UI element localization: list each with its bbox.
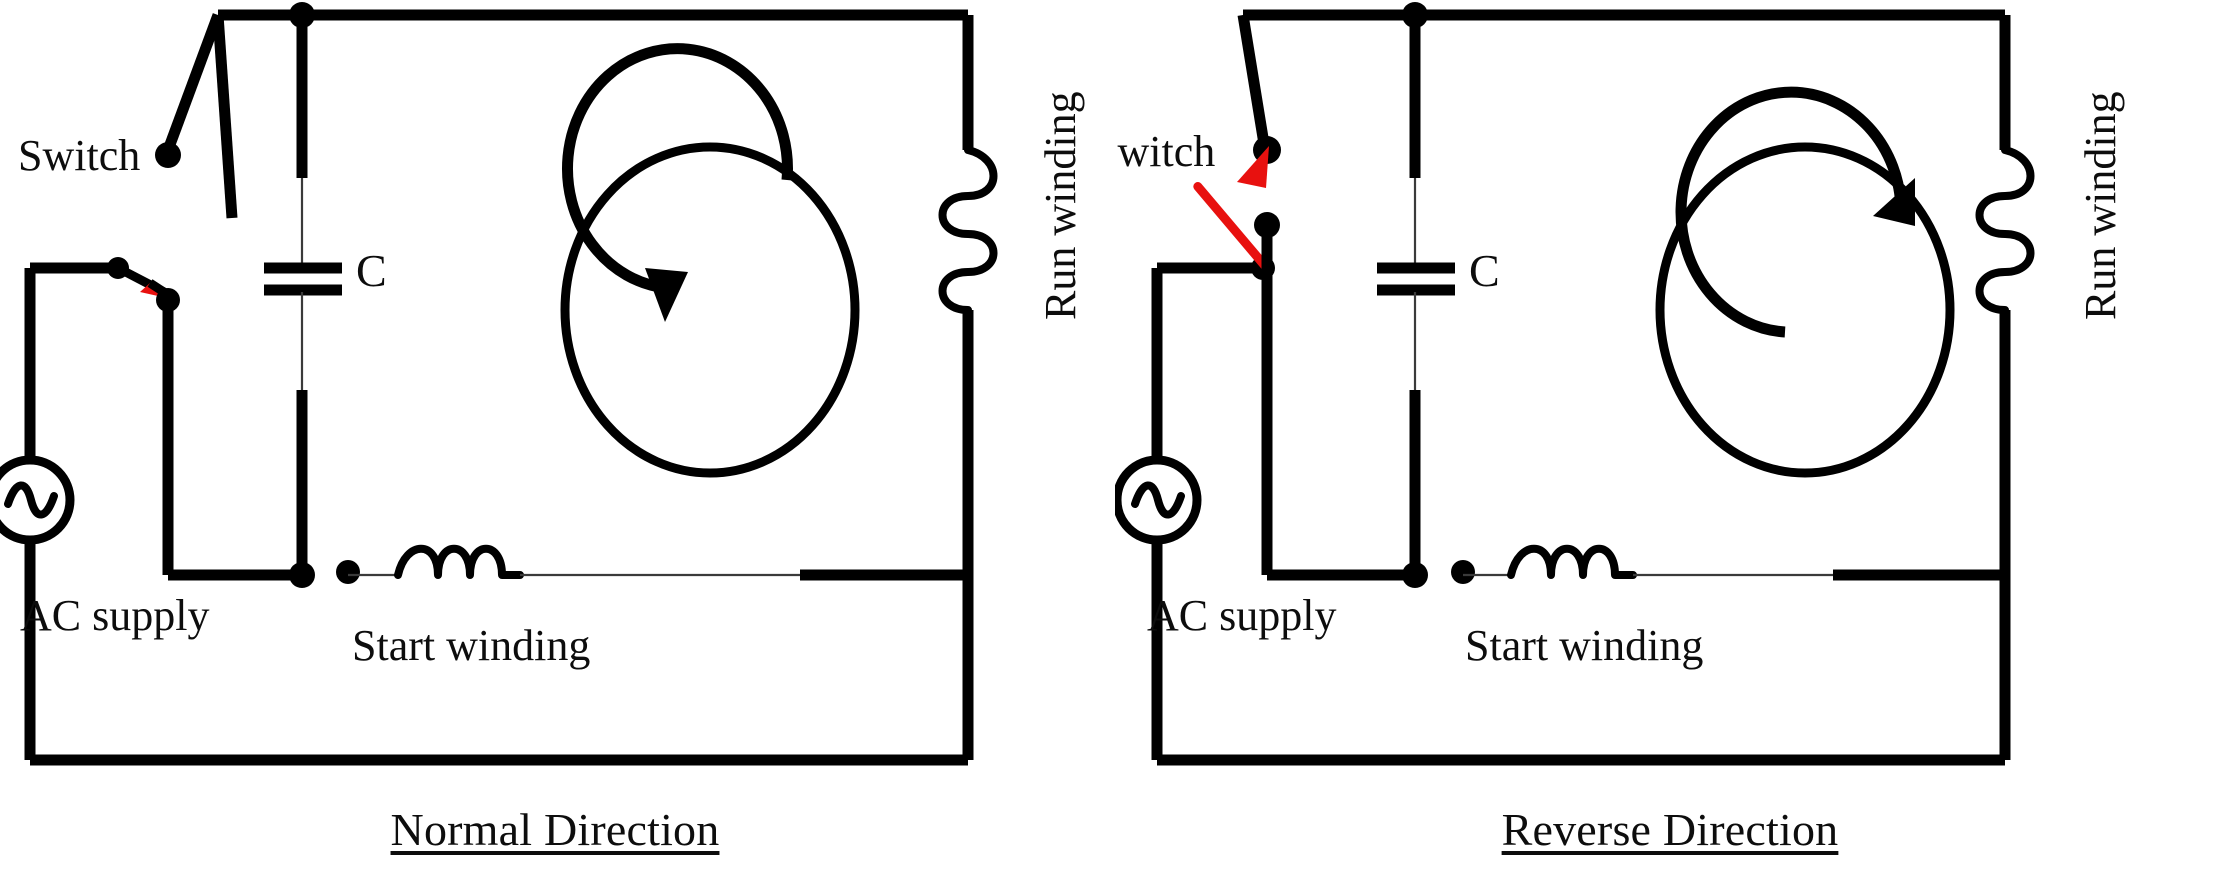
capacitor-label-normal: C [356,245,387,296]
start-winding-coil-reverse [1507,544,1637,579]
run-winding-coil-normal [938,146,998,314]
rotor-rotation-arrowhead-normal [645,268,688,322]
circuit-diagram-reverse: C Switch AC supply Start winding Run win… [1115,2,2125,766]
rotor-circle-normal [560,142,860,478]
switch-upper-stub-normal [162,13,224,152]
start-winding-label-normal: Start winding [352,621,590,670]
run-winding-label-reverse: Run winding [2076,91,2125,320]
ac-supply-label-normal: AC supply [20,591,209,640]
switch-label-normal: Switch [18,131,140,180]
ac-supply-label-reverse: AC supply [1147,591,1336,640]
start-winding-node-normal[interactable] [336,560,360,584]
switch-pivot-dot-normal[interactable] [107,257,129,279]
figure-canvas: C Switch AC supply Start winding Run win… [0,0,2225,870]
top-junction-dot-normal[interactable] [289,2,315,28]
rotor-rotation-arc-normal [562,43,793,294]
start-winding-node-reverse[interactable] [1451,560,1475,584]
switch-label-reverse: Switch [1115,127,1215,176]
caption-normal-direction: Normal Direction [390,804,720,855]
top-junction-dot-reverse[interactable] [1402,2,1428,28]
rotor-rotation-arc-reverse [1675,86,1907,338]
switch-throw-red-arrowhead-reverse [1237,146,1269,188]
circuit-diagram-normal: C Switch AC supply Start winding Run win… [0,2,1085,766]
switch-upper-lead-reverse [1237,14,1271,151]
switch-upper-lead-normal [212,14,238,219]
capacitor-label-reverse: C [1469,245,1500,296]
panel-reverse-direction: C Switch AC supply Start winding Run win… [1115,0,2225,870]
bottom-junction-dot-normal[interactable] [289,562,315,588]
panel-normal-direction: C Switch AC supply Start winding Run win… [0,0,1110,870]
run-winding-label-normal: Run winding [1036,91,1085,320]
bottom-junction-dot-reverse[interactable] [1402,562,1428,588]
run-winding-coil-reverse [1975,146,2035,314]
start-winding-coil-normal [394,544,524,579]
start-winding-label-reverse: Start winding [1465,621,1703,670]
caption-reverse-direction: Reverse Direction [1501,804,1839,855]
